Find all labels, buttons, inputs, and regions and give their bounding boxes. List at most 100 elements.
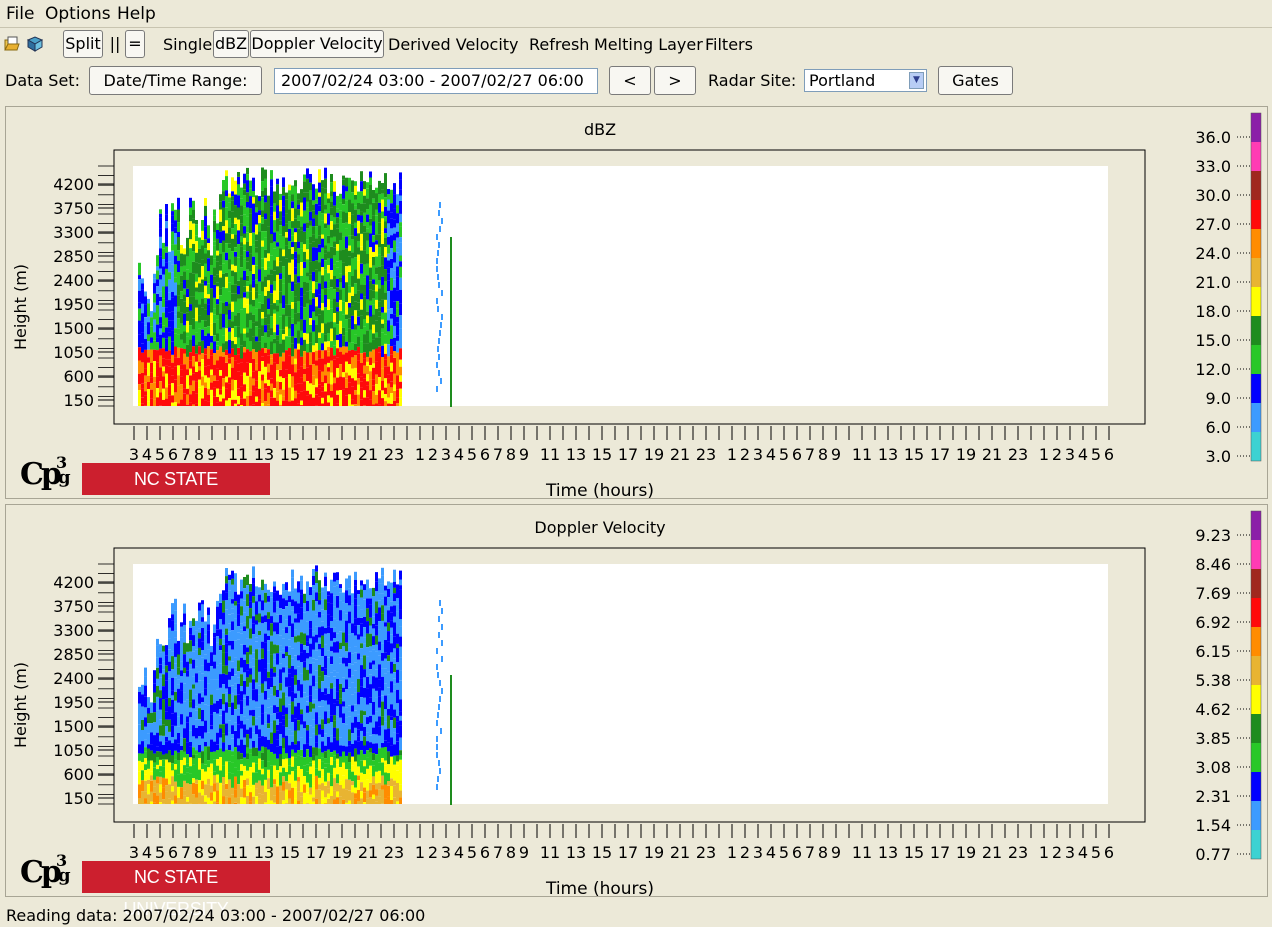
radar-cell: [327, 781, 330, 789]
colorbar-label: 5.38: [1195, 671, 1231, 690]
radar-cell: [375, 320, 378, 333]
radar-cell: [228, 671, 231, 680]
dbz-toggle[interactable]: dBZ: [213, 30, 249, 58]
radar-cell: [357, 754, 360, 767]
radar-cell: [381, 652, 384, 661]
radar-cell: [222, 252, 225, 264]
radar-cell: [186, 716, 189, 723]
radar-cell: [237, 219, 240, 231]
filters-button[interactable]: Filters: [705, 35, 753, 54]
radar-cell: [384, 312, 387, 323]
split-button[interactable]: Split: [63, 30, 103, 58]
radar-cell: [336, 728, 339, 741]
radar-cell: [354, 727, 357, 741]
radar-cell: [333, 327, 336, 341]
radar-cell: [261, 312, 264, 319]
radar-cell: [270, 222, 273, 234]
radar-cell: [150, 771, 153, 776]
radar-cell: [351, 653, 354, 665]
radar-cell: [342, 383, 345, 390]
previous-button[interactable]: <: [609, 66, 651, 95]
menu-file[interactable]: File: [6, 4, 34, 24]
radar-cell: [363, 352, 366, 359]
radar-cell: [192, 273, 195, 284]
date-range-field[interactable]: 2007/02/24 03:00 - 2007/02/27 06:00: [274, 68, 598, 94]
y-tick-label: 600: [63, 765, 94, 784]
radar-cell: [372, 776, 375, 785]
radar-cell: [267, 261, 270, 268]
melting-layer-button[interactable]: Melting Layer: [594, 35, 703, 54]
gates-button[interactable]: Gates: [938, 66, 1013, 95]
radar-cell: [372, 379, 375, 386]
radar-cell: [348, 223, 351, 228]
radar-cell: [348, 394, 351, 406]
book-icon[interactable]: [27, 36, 43, 52]
radar-cell: [279, 211, 282, 221]
radar-cell: [303, 784, 306, 793]
radar-cell: [315, 260, 318, 270]
radar-cell: [243, 780, 246, 788]
radar-cell: [273, 784, 276, 796]
radar-cell: [378, 329, 381, 338]
radar-cell: [261, 374, 264, 381]
open-icon[interactable]: [4, 36, 20, 52]
radar-cell: [213, 703, 216, 713]
single-toggle[interactable]: Single: [163, 35, 212, 54]
radar-cell: [297, 750, 300, 756]
derived-velocity-toggle[interactable]: Derived Velocity: [388, 35, 519, 54]
x-tick-label: 21: [670, 445, 690, 464]
radar-cell: [333, 743, 336, 751]
radar-site-select[interactable]: Portland ▼: [804, 69, 927, 92]
date-time-range-button[interactable]: Date/Time Range:: [89, 66, 262, 95]
radar-cell: [249, 341, 252, 352]
radar-cell: [396, 335, 399, 341]
parallel-button[interactable]: ||: [105, 30, 125, 58]
radar-cell: [237, 177, 240, 185]
radar-cell: [348, 285, 351, 293]
radar-cell: [336, 758, 339, 765]
radar-cell: [300, 756, 303, 769]
radar-cell: [153, 293, 156, 303]
radar-cell: [273, 695, 276, 706]
radar-cell: [366, 667, 369, 677]
radar-cell: [366, 254, 369, 264]
radar-cell: [324, 295, 327, 308]
radar-cell: [231, 311, 234, 322]
radar-cell: [219, 221, 222, 232]
menu-help[interactable]: Help: [117, 4, 156, 24]
radar-cell: [180, 339, 183, 349]
next-button[interactable]: >: [654, 66, 696, 95]
radar-cell: [258, 587, 261, 595]
radar-cell: [207, 377, 210, 389]
radar-cell: [243, 292, 246, 298]
chevron-down-icon[interactable]: ▼: [909, 72, 924, 89]
refresh-button[interactable]: Refresh: [529, 35, 589, 54]
radar-cell: [327, 299, 330, 310]
radar-cell: [366, 286, 369, 300]
radar-cell: [351, 733, 354, 744]
radar-cell: [303, 364, 306, 369]
radar-cell: [378, 748, 381, 755]
radar-cell: [258, 737, 261, 751]
radar-cell: [219, 757, 222, 771]
radar-cell: [342, 619, 345, 633]
equals-button[interactable]: =: [125, 30, 145, 58]
doppler-velocity-toggle[interactable]: Doppler Velocity: [250, 30, 384, 58]
radar-cell: [138, 771, 141, 785]
radar-cell: [228, 656, 231, 661]
radar-cell: [303, 333, 306, 340]
radar-cell: [339, 289, 342, 300]
radar-cell: [174, 610, 177, 624]
radar-cell: [318, 724, 321, 735]
menu-options[interactable]: Options: [45, 4, 111, 24]
y-tick-label: 4200: [53, 175, 94, 194]
radar-cell: [198, 758, 201, 770]
radar-cell: [162, 298, 165, 307]
radar-cell: [171, 603, 174, 615]
radar-cell: [204, 795, 207, 802]
radar-cell: [231, 264, 234, 271]
radar-cell: [237, 639, 240, 653]
radar-cell: [294, 274, 297, 284]
radar-cell: [210, 323, 213, 336]
radar-cell: [249, 618, 252, 629]
